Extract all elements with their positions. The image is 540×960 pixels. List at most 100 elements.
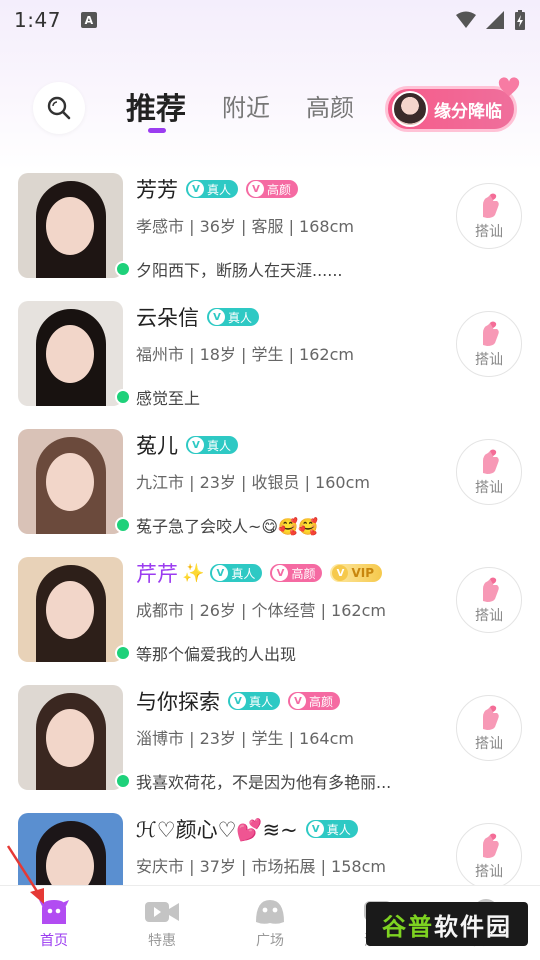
greet-label: 搭讪 — [475, 480, 503, 496]
greet-button[interactable]: 搭讪 — [456, 311, 522, 377]
nav-label: 首页 — [40, 933, 68, 949]
nav-label: 广场 — [256, 933, 284, 949]
list-item[interactable]: 芳芳 V 真人 V 高颜 孝感市 | 36岁 | 客服 | 168cm 夕阳西下，断… — [0, 165, 540, 293]
status-icons — [456, 10, 526, 30]
wifi-icon — [456, 11, 476, 28]
name-row: ℋ♡颜心♡💕≋~ V 真人 — [136, 815, 366, 843]
online-indicator — [115, 261, 131, 277]
status-time: 1:47 — [14, 8, 61, 32]
verified-icon: V — [188, 181, 204, 197]
fate-avatar — [392, 91, 428, 127]
user-motto: 夕阳西下，断肠人在天涯...... — [136, 261, 343, 280]
list-item[interactable]: 菟儿 V 真人 九江市 | 23岁 | 收银员 | 160cm 菟子急了会咬人~😋… — [0, 421, 540, 549]
verified-icon: V — [307, 821, 324, 837]
greet-label: 搭讪 — [475, 736, 503, 752]
beauty-badge: V 高颜 — [270, 564, 323, 582]
name-row: 芹芹 ✨ V 真人 V 高颜 V VIP — [136, 559, 390, 587]
name-row: 菟儿 V 真人 — [136, 431, 246, 459]
real-person-badge: V 真人 — [207, 308, 260, 326]
vip-crown-icon: V — [332, 565, 349, 581]
active-tab-indicator — [148, 128, 166, 133]
list-item[interactable]: 芹芹 ✨ V 真人 V 高颜 V VIP 成都市 | 26岁 | 个体经营 | 162… — [0, 549, 540, 677]
heart-icon — [498, 77, 520, 97]
tab-recommend[interactable]: 推荐 — [126, 84, 186, 128]
plaza-ghost-icon — [256, 900, 284, 924]
avatar[interactable] — [18, 173, 123, 278]
list-item[interactable]: 与你探索 V 真人 V 高颜 淄博市 | 23岁 | 学生 | 164cm 我喜欢荷… — [0, 677, 540, 805]
user-info: 福州市 | 18岁 | 学生 | 162cm — [136, 345, 354, 364]
avatar[interactable] — [18, 301, 123, 406]
verified-icon: V — [272, 565, 289, 581]
real-person-badge: V 真人 — [210, 564, 263, 582]
greet-button[interactable]: 搭讪 — [456, 567, 522, 633]
top-header: 推荐 附近 高颜 缘分降临 — [0, 77, 540, 138]
fate-button-label: 缘分降临 — [434, 101, 502, 122]
name-row: 芳芳 V 真人 V 高颜 — [136, 175, 306, 203]
greet-label: 搭讪 — [475, 352, 503, 368]
finger-heart-icon — [483, 577, 499, 602]
nav-label: 特惠 — [148, 933, 176, 949]
user-name: ℋ♡颜心♡💕≋~ — [136, 818, 298, 842]
online-indicator — [115, 645, 131, 661]
finger-heart-icon — [483, 321, 499, 346]
greet-button[interactable]: 搭讪 — [456, 823, 522, 889]
sparkle-icon: ✨ — [182, 562, 205, 584]
user-info: 成都市 | 26岁 | 个体经营 | 162cm — [136, 601, 386, 620]
greet-label: 搭讪 — [475, 608, 503, 624]
signal-icon — [486, 11, 504, 29]
red-arrow-annotation — [6, 845, 44, 904]
avatar[interactable] — [18, 685, 123, 790]
greet-button[interactable]: 搭讪 — [456, 695, 522, 761]
greet-label: 搭讪 — [475, 224, 503, 240]
finger-heart-icon — [483, 833, 499, 858]
user-motto: 菟子急了会咬人~😋🥰🥰 — [136, 517, 318, 536]
finger-heart-icon — [483, 449, 499, 474]
status-bar: 1:47 A — [0, 0, 540, 40]
user-name: 芳芳 — [136, 178, 178, 202]
greet-button[interactable]: 搭讪 — [456, 439, 522, 505]
name-row: 与你探索 V 真人 V 高颜 — [136, 687, 348, 715]
battery-icon — [515, 10, 525, 30]
user-name: 云朵信 — [136, 306, 199, 330]
beauty-badge: V 高颜 — [288, 692, 341, 710]
beauty-badge: V 高颜 — [246, 180, 299, 198]
search-button[interactable] — [33, 82, 85, 134]
list-item[interactable]: 云朵信 V 真人 福州市 | 18岁 | 学生 | 162cm 感觉至上 搭讪 — [0, 293, 540, 421]
verified-icon: V — [248, 181, 265, 197]
user-list: 芳芳 V 真人 V 高颜 孝感市 | 36岁 | 客服 | 168cm 夕阳西下，断… — [0, 165, 540, 933]
watermark-logo: 谷普 软件园 — [366, 902, 528, 946]
user-info: 孝感市 | 36岁 | 客服 | 168cm — [136, 217, 354, 236]
greet-button[interactable]: 搭讪 — [456, 183, 522, 249]
verified-icon: V — [290, 693, 307, 709]
watermark-part2: 软件园 — [434, 912, 512, 941]
nav-plaza[interactable]: 广场 — [216, 886, 324, 960]
search-icon — [47, 96, 71, 120]
verified-icon: V — [209, 309, 225, 325]
user-name: 与你探索 — [136, 690, 220, 714]
real-person-badge: V 真人 — [186, 180, 239, 198]
user-info: 安庆市 | 37岁 | 市场拓展 | 158cm — [136, 857, 386, 876]
tab-beauty[interactable]: 高颜 — [306, 88, 354, 123]
user-name: 芹芹 — [136, 562, 178, 586]
verified-icon: V — [188, 437, 204, 453]
finger-heart-icon — [483, 705, 499, 730]
online-indicator — [115, 517, 131, 533]
online-indicator — [115, 773, 131, 789]
user-motto: 我喜欢荷花，不是因为他有多艳丽... — [136, 773, 392, 792]
online-indicator — [115, 389, 131, 405]
fate-button[interactable]: 缘分降临 — [385, 77, 520, 132]
avatar[interactable] — [18, 429, 123, 534]
user-motto: 等那个偏爱我的人出现 — [136, 645, 297, 664]
user-info: 淄博市 | 23岁 | 学生 | 164cm — [136, 729, 354, 748]
nav-deals[interactable]: 特惠 — [108, 886, 216, 960]
notification-a-icon: A — [80, 12, 97, 28]
finger-heart-icon — [483, 193, 499, 218]
user-motto: 感觉至上 — [136, 389, 201, 408]
video-camera-icon — [145, 902, 179, 922]
verified-icon: V — [230, 693, 246, 709]
watermark-part1: 谷普 — [382, 912, 434, 941]
tab-nearby[interactable]: 附近 — [222, 88, 270, 123]
greet-label: 搭讪 — [475, 864, 503, 880]
avatar[interactable] — [18, 557, 123, 662]
vip-badge: V VIP — [330, 564, 382, 582]
